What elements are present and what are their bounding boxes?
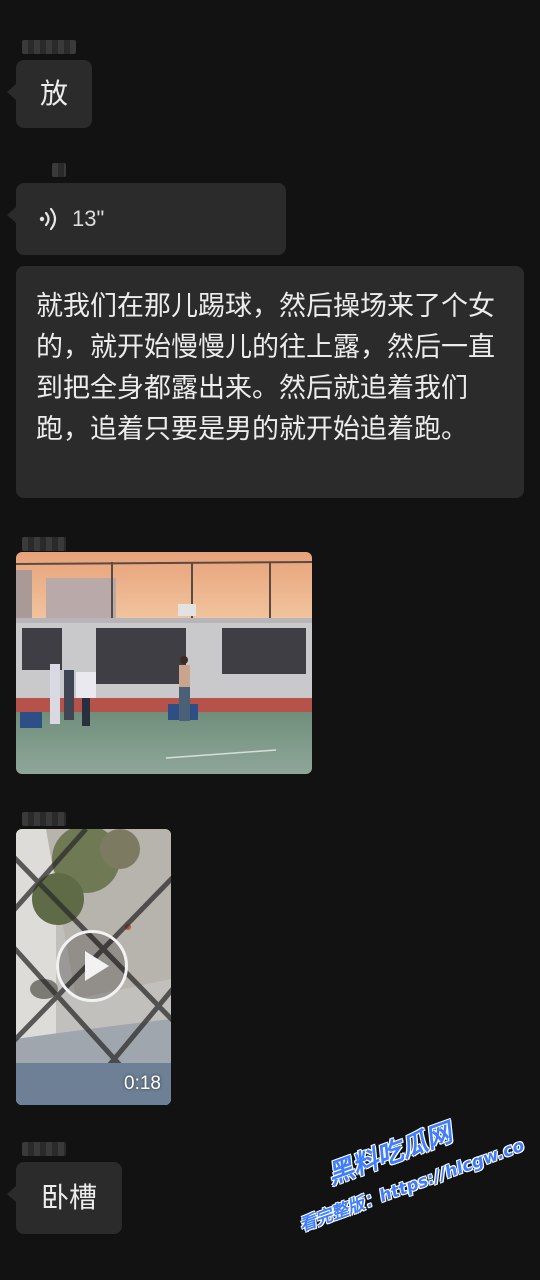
sender-name-blurred <box>22 537 66 551</box>
sender-name-blurred <box>22 812 66 826</box>
video-message[interactable]: 0:18 <box>16 829 171 1105</box>
video-duration: 0:18 <box>124 1073 161 1094</box>
watermark: 黑料吃瓜网 看完整版：https://hlcgw.co <box>280 1091 527 1236</box>
message-text: 卧槽 <box>40 1181 97 1214</box>
message-bubble[interactable]: 卧槽 <box>7 1162 122 1234</box>
play-icon[interactable] <box>56 930 128 1002</box>
voice-wave-icon <box>39 207 57 231</box>
sender-name-blurred <box>52 163 66 177</box>
image-message[interactable] <box>16 552 312 774</box>
voice-duration: 13" <box>72 206 105 231</box>
message-bubble[interactable]: 就我们在那儿踢球，然后操场来了个女的，就开始慢慢儿的往上露，然后一直到把全身都露… <box>16 266 524 498</box>
sender-name-blurred <box>22 1142 66 1156</box>
message-bubble[interactable]: 放 <box>7 60 92 128</box>
sender-name-blurred <box>22 40 76 54</box>
sports-field-photo <box>16 552 312 774</box>
message-text: 就我们在那儿踢球，然后操场来了个女的，就开始慢慢儿的往上露，然后一直到把全身都露… <box>36 291 495 445</box>
message-text: 放 <box>39 77 68 110</box>
voice-message-bubble[interactable]: 13" <box>7 183 286 255</box>
